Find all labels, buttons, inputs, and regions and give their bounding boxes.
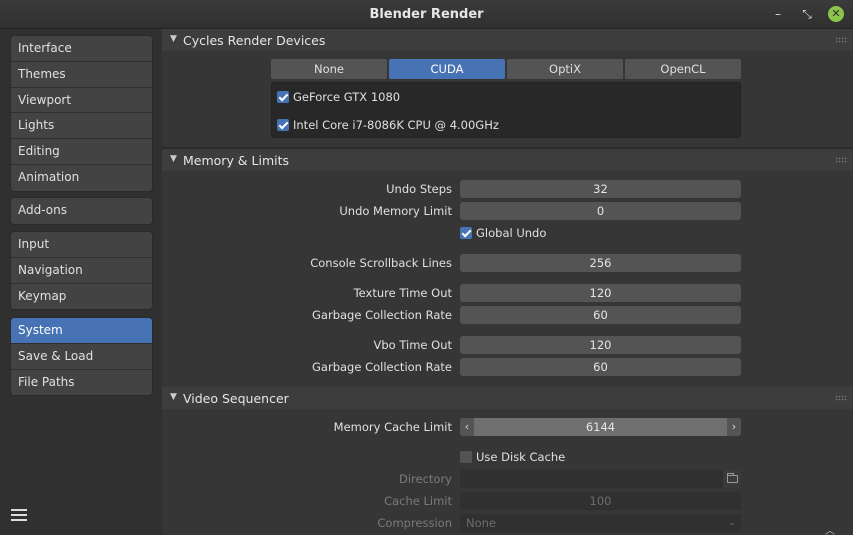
prop-label: Vbo Time Out bbox=[373, 338, 452, 352]
prop-memory-cache: Memory Cache Limit ‹ 6144 › bbox=[162, 418, 853, 436]
preferences-main: ▼ Cycles Render Devices None CUDA OptiX … bbox=[162, 29, 853, 535]
prop-label: Cache Limit bbox=[384, 494, 452, 508]
cache-limit-field[interactable]: 100 bbox=[460, 492, 741, 510]
prop-vbo-gc-rate: Garbage Collection Rate 60 bbox=[162, 358, 853, 376]
window-title: Blender Render bbox=[369, 7, 484, 22]
minimize-icon[interactable]: – bbox=[770, 6, 786, 22]
tab-opencl[interactable]: OpenCL bbox=[625, 59, 741, 79]
device-name: Intel Core i7-8086K CPU @ 4.00GHz bbox=[293, 118, 499, 132]
prop-label: Console Scrollback Lines bbox=[310, 256, 452, 270]
device-checkbox[interactable] bbox=[277, 91, 289, 103]
tab-optix[interactable]: OptiX bbox=[507, 59, 623, 79]
sidebar-item-animation[interactable]: Animation bbox=[11, 164, 152, 191]
sidebar-item-file-paths[interactable]: File Paths bbox=[11, 369, 152, 396]
prop-label: Texture Time Out bbox=[353, 286, 452, 300]
close-icon[interactable]: ✕ bbox=[828, 6, 844, 22]
sidebar-item-lights[interactable]: Lights bbox=[11, 113, 152, 140]
undo-steps-field[interactable]: 32 bbox=[460, 180, 741, 198]
prop-cache-limit: Cache Limit 100 bbox=[162, 492, 853, 510]
device-checkbox[interactable] bbox=[277, 119, 289, 131]
dropdown-value: None bbox=[466, 516, 497, 530]
sidebar-item-input[interactable]: Input bbox=[11, 232, 152, 258]
prop-console-scrollback: Console Scrollback Lines 256 bbox=[162, 254, 853, 272]
global-undo-toggle[interactable]: Global Undo bbox=[460, 226, 546, 240]
panel-title: Memory & Limits bbox=[183, 153, 290, 168]
preferences-sidebar: Interface Themes Viewport Lights Editing… bbox=[0, 29, 162, 535]
device-row[interactable]: GeForce GTX 1080 bbox=[277, 89, 400, 105]
panel-header-memory[interactable]: ▼ Memory & Limits bbox=[162, 149, 853, 171]
prop-label: Memory Cache Limit bbox=[333, 420, 452, 434]
sidebar-item-keymap[interactable]: Keymap bbox=[11, 283, 152, 310]
nav-group-ui: Interface Themes Viewport Lights Editing… bbox=[10, 35, 153, 192]
drag-grip-icon[interactable] bbox=[835, 157, 847, 163]
sidebar-item-system[interactable]: System bbox=[11, 318, 152, 344]
prop-vbo-timeout: Vbo Time Out 120 bbox=[162, 336, 853, 354]
menu-icon[interactable] bbox=[10, 506, 28, 524]
panel-body-memory: Undo Steps 32 Undo Memory Limit 0 Global… bbox=[162, 171, 853, 387]
sidebar-item-editing[interactable]: Editing bbox=[11, 139, 152, 165]
sidebar-item-themes[interactable]: Themes bbox=[11, 61, 152, 88]
maximize-icon[interactable]: ⤡ bbox=[799, 6, 815, 22]
decrement-arrow-icon[interactable]: ‹ bbox=[460, 418, 474, 436]
tab-cuda[interactable]: CUDA bbox=[389, 59, 505, 79]
prop-label: Garbage Collection Rate bbox=[312, 308, 452, 322]
console-scrollback-field[interactable]: 256 bbox=[460, 254, 741, 272]
sidebar-item-interface[interactable]: Interface bbox=[11, 36, 152, 62]
panel-header-cycles[interactable]: ▼ Cycles Render Devices bbox=[162, 29, 853, 51]
undo-memory-limit-field[interactable]: 0 bbox=[460, 202, 741, 220]
checkbox-label: Use Disk Cache bbox=[476, 450, 566, 464]
checkbox-label: Global Undo bbox=[476, 226, 547, 240]
increment-arrow-icon[interactable]: › bbox=[727, 418, 741, 436]
nav-group-input: Input Navigation Keymap bbox=[10, 231, 153, 311]
sidebar-item-addons[interactable]: Add-ons bbox=[11, 198, 152, 224]
use-disk-cache-checkbox[interactable] bbox=[460, 451, 472, 463]
memory-cache-limit-slider[interactable]: ‹ 6144 › bbox=[460, 418, 741, 436]
panel-body-sequencer: Memory Cache Limit ‹ 6144 › Use Disk Cac… bbox=[162, 409, 853, 535]
global-undo-checkbox[interactable] bbox=[460, 227, 472, 239]
slider-value: 6144 bbox=[585, 420, 616, 434]
nav-group-system: System Save & Load File Paths bbox=[10, 317, 153, 397]
prop-undo-steps: Undo Steps 32 bbox=[162, 180, 853, 198]
panel-expanded-icon: ▼ bbox=[170, 34, 177, 44]
device-type-tabs: None CUDA OptiX OpenCL bbox=[271, 59, 741, 79]
compression-dropdown[interactable]: None ⌄ bbox=[460, 514, 741, 532]
gc-rate-field[interactable]: 60 bbox=[460, 306, 741, 324]
use-disk-cache-toggle[interactable]: Use Disk Cache bbox=[460, 450, 565, 464]
panel-header-sequencer[interactable]: ▼ Video Sequencer bbox=[162, 387, 853, 409]
texture-timeout-field[interactable]: 120 bbox=[460, 284, 741, 302]
tab-none[interactable]: None bbox=[271, 59, 387, 79]
vbo-timeout-field[interactable]: 120 bbox=[460, 336, 741, 354]
sidebar-item-save-load[interactable]: Save & Load bbox=[11, 343, 152, 370]
prop-label: Undo Steps bbox=[386, 182, 452, 196]
nav-group-addons: Add-ons bbox=[10, 197, 153, 225]
scroll-up-icon[interactable]: ︿ bbox=[825, 522, 835, 535]
prop-label: Garbage Collection Rate bbox=[312, 360, 452, 374]
panel-expanded-icon: ▼ bbox=[170, 392, 177, 402]
prop-gc-rate: Garbage Collection Rate 60 bbox=[162, 306, 853, 324]
prop-label: Directory bbox=[398, 472, 452, 486]
device-row[interactable]: Intel Core i7-8086K CPU @ 4.00GHz bbox=[277, 117, 499, 133]
sidebar-item-viewport[interactable]: Viewport bbox=[11, 87, 152, 114]
drag-grip-icon[interactable] bbox=[835, 37, 847, 43]
directory-input[interactable] bbox=[460, 470, 723, 488]
panel-title: Video Sequencer bbox=[183, 391, 289, 406]
vbo-gc-rate-field[interactable]: 60 bbox=[460, 358, 741, 376]
title-bar: Blender Render – ⤡ ✕ bbox=[0, 0, 853, 29]
prop-compression: Compression None ⌄ bbox=[162, 514, 853, 532]
sidebar-item-navigation[interactable]: Navigation bbox=[11, 257, 152, 284]
prop-directory: Directory bbox=[162, 470, 853, 488]
panel-title: Cycles Render Devices bbox=[183, 33, 326, 48]
folder-icon[interactable] bbox=[723, 470, 741, 488]
chevron-down-icon: ⌄ bbox=[728, 518, 736, 528]
device-list: GeForce GTX 1080 Intel Core i7-8086K CPU… bbox=[271, 82, 741, 138]
prop-undo-memory: Undo Memory Limit 0 bbox=[162, 202, 853, 220]
device-name: GeForce GTX 1080 bbox=[293, 90, 401, 104]
panel-body-cycles: None CUDA OptiX OpenCL GeForce GTX 1080 … bbox=[162, 51, 853, 147]
panel-expanded-icon: ▼ bbox=[170, 154, 177, 164]
drag-grip-icon[interactable] bbox=[835, 395, 847, 401]
prop-label: Compression bbox=[377, 516, 452, 530]
prop-texture-timeout: Texture Time Out 120 bbox=[162, 284, 853, 302]
prop-label: Undo Memory Limit bbox=[339, 204, 452, 218]
